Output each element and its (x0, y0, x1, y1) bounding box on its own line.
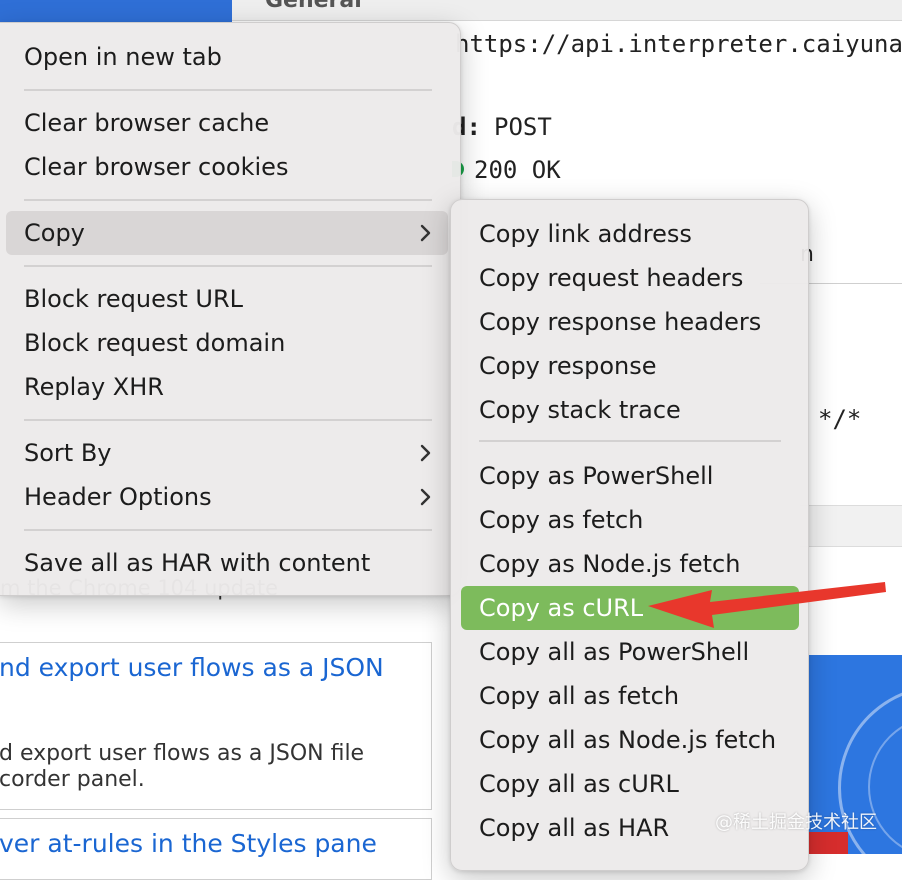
menu-item-copy-all-as-curl[interactable]: Copy all as cURL (461, 762, 799, 806)
whats-new-card-user-flows[interactable]: nd export user flows as a JSON d export … (0, 642, 432, 810)
chevron-right-icon (420, 211, 434, 255)
network-request-context-menu: Open in new tab Clear browser cache Clea… (0, 22, 461, 596)
menu-item-clear-browser-cookies[interactable]: Clear browser cookies (6, 145, 448, 189)
status-code-value: 200 OK (474, 156, 561, 184)
watermark-text: @稀土掘金技术社区 (715, 812, 877, 833)
menu-item-copy[interactable]: Copy (6, 211, 448, 255)
request-url-value: https://api.interpreter.caiyuna (455, 30, 902, 58)
copy-submenu: Copy link address Copy request headers C… (450, 199, 809, 871)
menu-item-copy-as-powershell[interactable]: Copy as PowerShell (461, 454, 799, 498)
menu-item-copy-response-headers[interactable]: Copy response headers (461, 300, 799, 344)
menu-item-copy-request-headers[interactable]: Copy request headers (461, 256, 799, 300)
menu-separator (24, 89, 432, 91)
section-band (800, 505, 902, 547)
menu-item-header-options[interactable]: Header Options (6, 475, 448, 519)
menu-item-copy-link-address[interactable]: Copy link address (461, 212, 799, 256)
general-section-label: General (265, 0, 362, 13)
whats-new-card-at-rules[interactable]: ver at-rules in the Styles pane (0, 818, 432, 880)
menu-item-copy-all-as-fetch[interactable]: Copy all as fetch (461, 674, 799, 718)
menu-separator (24, 419, 432, 421)
menu-separator (479, 440, 781, 442)
menu-item-copy-stack-trace[interactable]: Copy stack trace (461, 388, 799, 432)
menu-separator (24, 265, 432, 267)
promo-accent (808, 832, 848, 854)
menu-item-block-request-url[interactable]: Block request URL (6, 277, 448, 321)
menu-item-replay-xhr[interactable]: Replay XHR (6, 365, 448, 409)
menu-item-label: Sort By (24, 439, 112, 467)
menu-item-save-all-as-har[interactable]: Save all as HAR with content (6, 541, 448, 585)
card-description-line1: d export user flows as a JSON file (0, 741, 365, 766)
menu-item-copy-response[interactable]: Copy response (461, 344, 799, 388)
accept-header-value: */* (818, 405, 862, 433)
chevron-right-icon (420, 431, 434, 475)
menu-item-block-request-domain[interactable]: Block request domain (6, 321, 448, 365)
menu-separator (24, 199, 432, 201)
card-description-line2: corder panel. (0, 767, 145, 792)
menu-item-copy-as-fetch[interactable]: Copy as fetch (461, 498, 799, 542)
card-title-link[interactable]: nd export user flows as a JSON (0, 653, 384, 682)
menu-separator (24, 529, 432, 531)
menu-item-label: Copy (24, 219, 85, 247)
menu-item-label: Header Options (24, 483, 212, 511)
menu-item-clear-browser-cache[interactable]: Clear browser cache (6, 101, 448, 145)
menu-item-copy-all-as-nodejs-fetch[interactable]: Copy all as Node.js fetch (461, 718, 799, 762)
request-method-value: POST (494, 113, 552, 141)
menu-item-sort-by[interactable]: Sort By (6, 431, 448, 475)
selected-request-row[interactable] (0, 0, 232, 22)
menu-item-open-in-new-tab[interactable]: Open in new tab (6, 35, 448, 79)
chevron-right-icon (420, 475, 434, 519)
red-arrow-icon (648, 582, 886, 628)
